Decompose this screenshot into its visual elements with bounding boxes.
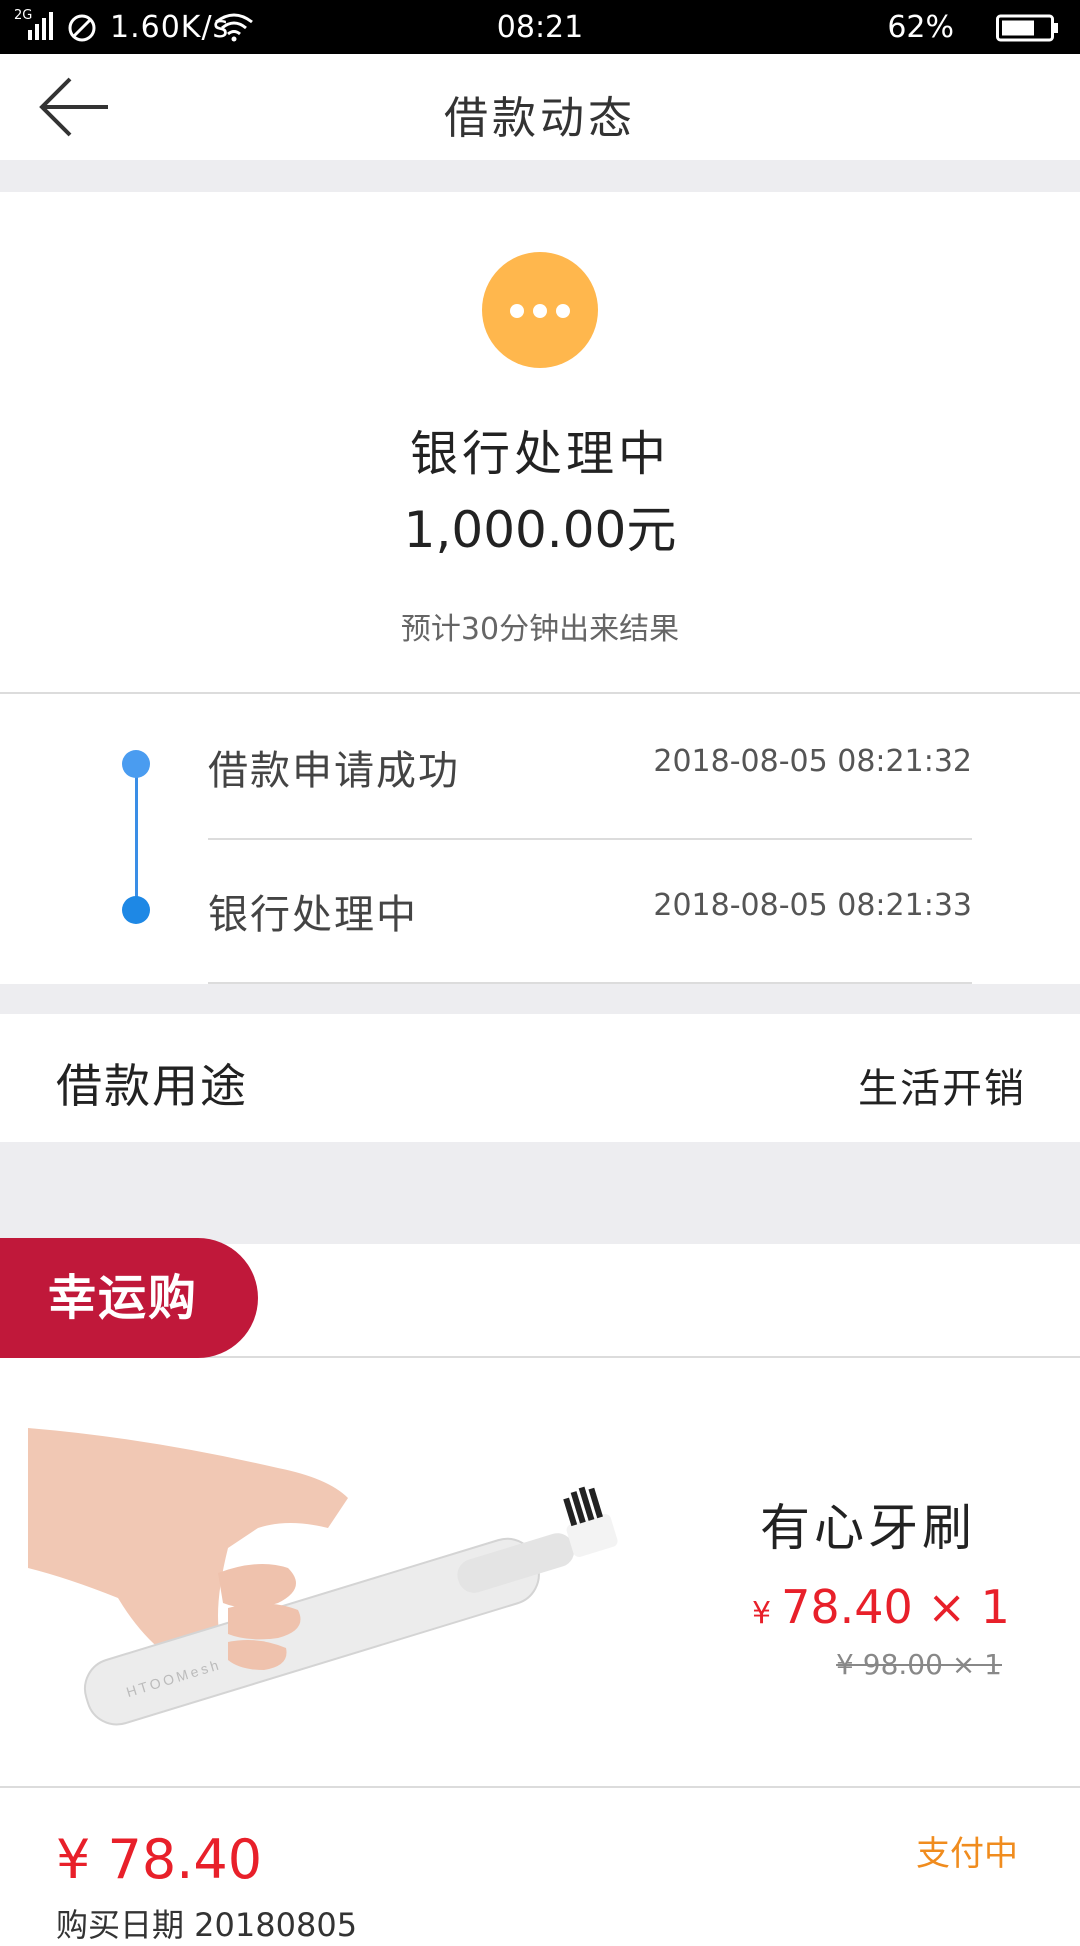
loan-amount: 1,000.00元 [403,501,677,559]
product-price-value: 78.40 [781,1580,913,1634]
page-title: 借款动态 [444,93,636,144]
status-bar: 2G 1.60K/s 08:21 62% [0,0,1080,54]
timeline-dot [122,750,150,778]
nav-bar: 借款动态 [0,54,1080,160]
timeline-step: 银行处理中 2018-08-05 08:21:33 [208,838,972,984]
loan-purpose-label: 借款用途 [56,1059,248,1113]
timeline-step: 借款申请成功 2018-08-05 08:21:32 [208,694,972,840]
currency-symbol: ¥ [752,1596,772,1631]
order-status-badge: 支付中 [916,1834,1018,1874]
timeline-step-time: 2018-08-05 08:21:32 [653,744,972,779]
loan-eta: 预计30分钟出来结果 [400,612,680,647]
timeline-step-label: 借款申请成功 [208,748,460,794]
timeline-dot [122,896,150,924]
product-name: 有心牙刷 [760,1499,976,1557]
section-divider [0,160,1080,192]
loan-timeline: 借款申请成功 2018-08-05 08:21:32 银行处理中 2018-08… [0,694,1080,984]
loan-purpose-value: 生活开销 [858,1066,1026,1112]
order-total: ¥ 78.40 [56,1828,263,1891]
lucky-shop-badge: 幸运购 [0,1238,258,1358]
order-summary[interactable]: ¥ 78.40 支付中 购买日期 20180805 [0,1788,1080,1944]
section-divider [0,984,1080,1014]
section-divider [0,1142,1080,1244]
product-image[interactable]: HTOOMesh [28,1398,648,1728]
loan-status-card: 银行处理中 1,000.00元 预计30分钟出来结果 [0,192,1080,694]
processing-icon [482,252,598,368]
product-item[interactable]: HTOOMesh 有心牙刷 ¥78.40 × 1 ¥ 98.00 × 1 [0,1358,1080,1788]
loan-purpose-row: 借款用途 生活开销 [0,1014,1080,1142]
lucky-shop-header: 幸运购 [0,1238,1080,1358]
battery-percent: 62% [887,10,954,45]
timeline-line [135,764,138,910]
battery-icon [996,14,1058,42]
timeline-step-time: 2018-08-05 08:21:33 [653,888,972,923]
order-date: 购买日期 20180805 [56,1906,358,1944]
timeline-step-label: 银行处理中 [208,892,418,938]
loan-status-title: 银行处理中 [409,426,670,482]
product-original-price: ¥ 98.00 × 1 [836,1648,1002,1681]
product-quantity: × 1 [927,1580,1010,1634]
product-price: ¥78.40 × 1 [752,1580,1010,1634]
